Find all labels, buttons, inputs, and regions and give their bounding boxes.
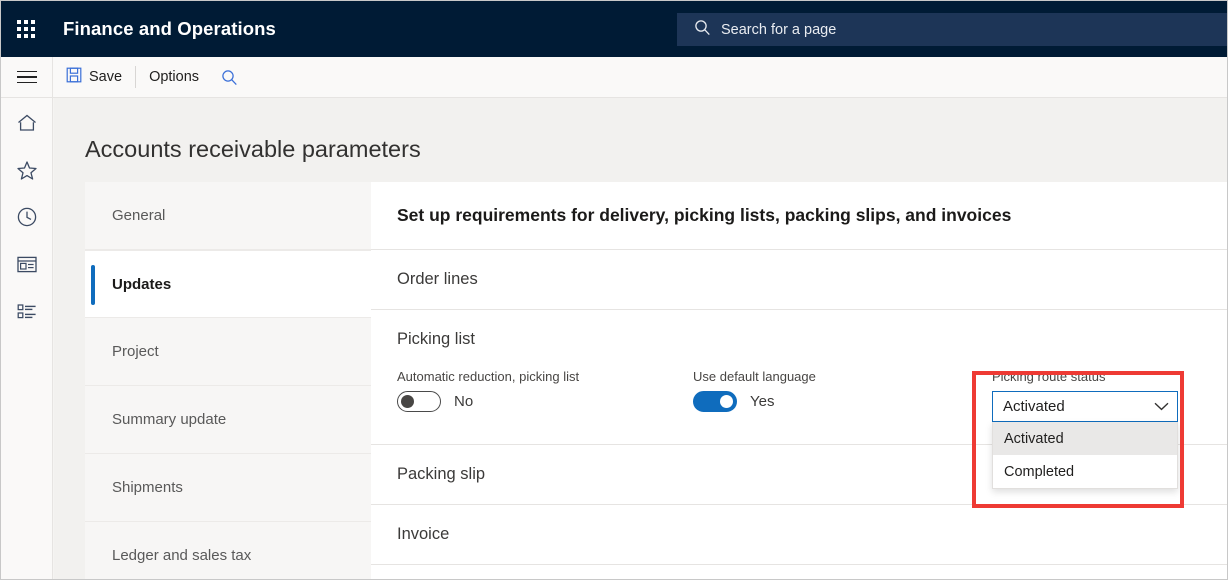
save-disk-icon bbox=[66, 67, 82, 87]
section-invoice: Invoice bbox=[371, 505, 1227, 565]
tab-label: Summary update bbox=[112, 411, 227, 428]
tab-shipments[interactable]: Shipments bbox=[85, 454, 399, 522]
use-default-language-toggle-row: Yes bbox=[693, 391, 992, 412]
field-use-default-language: Use default language Yes bbox=[693, 369, 992, 412]
tab-label: Ledger and sales tax bbox=[112, 547, 252, 564]
waffle-grid-icon[interactable] bbox=[17, 20, 35, 38]
field-picking-route-status: Picking route status Activated Activated… bbox=[992, 369, 1178, 489]
tab-label: Project bbox=[112, 343, 159, 360]
section-title[interactable]: Picking list bbox=[371, 310, 1227, 369]
toggle-knob bbox=[720, 395, 733, 408]
picking-list-fields: Automatic reduction, picking list No Use… bbox=[371, 369, 1227, 489]
picking-route-status-combobox[interactable]: Activated bbox=[992, 391, 1178, 422]
field-label: Use default language bbox=[693, 369, 816, 384]
home-icon[interactable] bbox=[10, 110, 44, 136]
tab-label: Updates bbox=[112, 275, 172, 293]
content-panel: Set up requirements for delivery, pickin… bbox=[371, 182, 1227, 579]
dropdown-option-activated[interactable]: Activated bbox=[993, 422, 1177, 455]
left-navigation-rail bbox=[1, 98, 53, 579]
section-picking-list: Picking list Automatic reduction, pickin… bbox=[371, 310, 1227, 489]
save-button-label: Save bbox=[89, 69, 123, 85]
save-button[interactable]: Save bbox=[53, 57, 135, 98]
section-title[interactable]: Invoice bbox=[371, 505, 1227, 564]
section-title[interactable]: Order lines bbox=[371, 250, 1227, 309]
app-window: Finance and Operations Search for a page bbox=[0, 0, 1228, 580]
field-label: Picking route status bbox=[992, 369, 1106, 384]
command-bar: Save Options bbox=[1, 56, 1227, 98]
command-search-icon[interactable] bbox=[212, 57, 246, 98]
tab-project[interactable]: Project bbox=[85, 318, 399, 386]
global-search-placeholder: Search for a page bbox=[721, 21, 837, 38]
tab-label: General bbox=[112, 207, 166, 224]
tab-general[interactable]: General bbox=[85, 182, 399, 250]
toggle-knob bbox=[401, 395, 414, 408]
global-search-box[interactable]: Search for a page bbox=[677, 13, 1227, 46]
dropdown-option-label: Activated bbox=[1004, 430, 1064, 447]
toggle-value-text: Yes bbox=[750, 393, 775, 410]
clock-icon[interactable] bbox=[10, 204, 44, 230]
hamburger-menu-icon[interactable] bbox=[1, 56, 53, 98]
tab-selection-indicator bbox=[91, 265, 95, 305]
chevron-down-icon[interactable] bbox=[1154, 398, 1169, 416]
options-button[interactable]: Options bbox=[136, 57, 212, 98]
field-label: Automatic reduction, picking list bbox=[397, 369, 580, 384]
field-automatic-reduction: Automatic reduction, picking list No bbox=[397, 369, 693, 412]
dropdown-option-label: Completed bbox=[1004, 463, 1075, 480]
search-icon bbox=[694, 19, 711, 41]
app-title: Finance and Operations bbox=[63, 18, 276, 39]
tab-ledger-and-sales-tax[interactable]: Ledger and sales tax bbox=[85, 522, 399, 579]
parameter-tab-list: General Updates Project Summary update S… bbox=[85, 182, 400, 579]
picking-route-status-value: Activated bbox=[1003, 398, 1065, 415]
tab-updates[interactable]: Updates bbox=[85, 250, 399, 318]
automatic-reduction-toggle[interactable] bbox=[397, 391, 441, 412]
tab-label: Shipments bbox=[112, 479, 183, 496]
content-heading: Set up requirements for delivery, pickin… bbox=[371, 182, 1227, 250]
top-navigation-bar: Finance and Operations Search for a page bbox=[1, 1, 1227, 57]
picking-route-status-dropdown-list[interactable]: Activated Completed bbox=[992, 422, 1178, 489]
options-button-label: Options bbox=[149, 69, 200, 85]
use-default-language-toggle[interactable] bbox=[693, 391, 737, 412]
page-title: Accounts receivable parameters bbox=[85, 136, 421, 162]
section-order-lines: Order lines bbox=[371, 250, 1227, 310]
page-body: Accounts receivable parameters General U… bbox=[54, 98, 1227, 579]
tab-summary-update[interactable]: Summary update bbox=[85, 386, 399, 454]
star-icon[interactable] bbox=[10, 157, 44, 183]
toggle-value-text: No bbox=[454, 393, 474, 410]
automatic-reduction-toggle-row: No bbox=[397, 391, 693, 412]
workspace-icon[interactable] bbox=[10, 251, 44, 277]
dropdown-option-completed[interactable]: Completed bbox=[993, 455, 1177, 488]
modules-list-icon[interactable] bbox=[10, 298, 44, 324]
